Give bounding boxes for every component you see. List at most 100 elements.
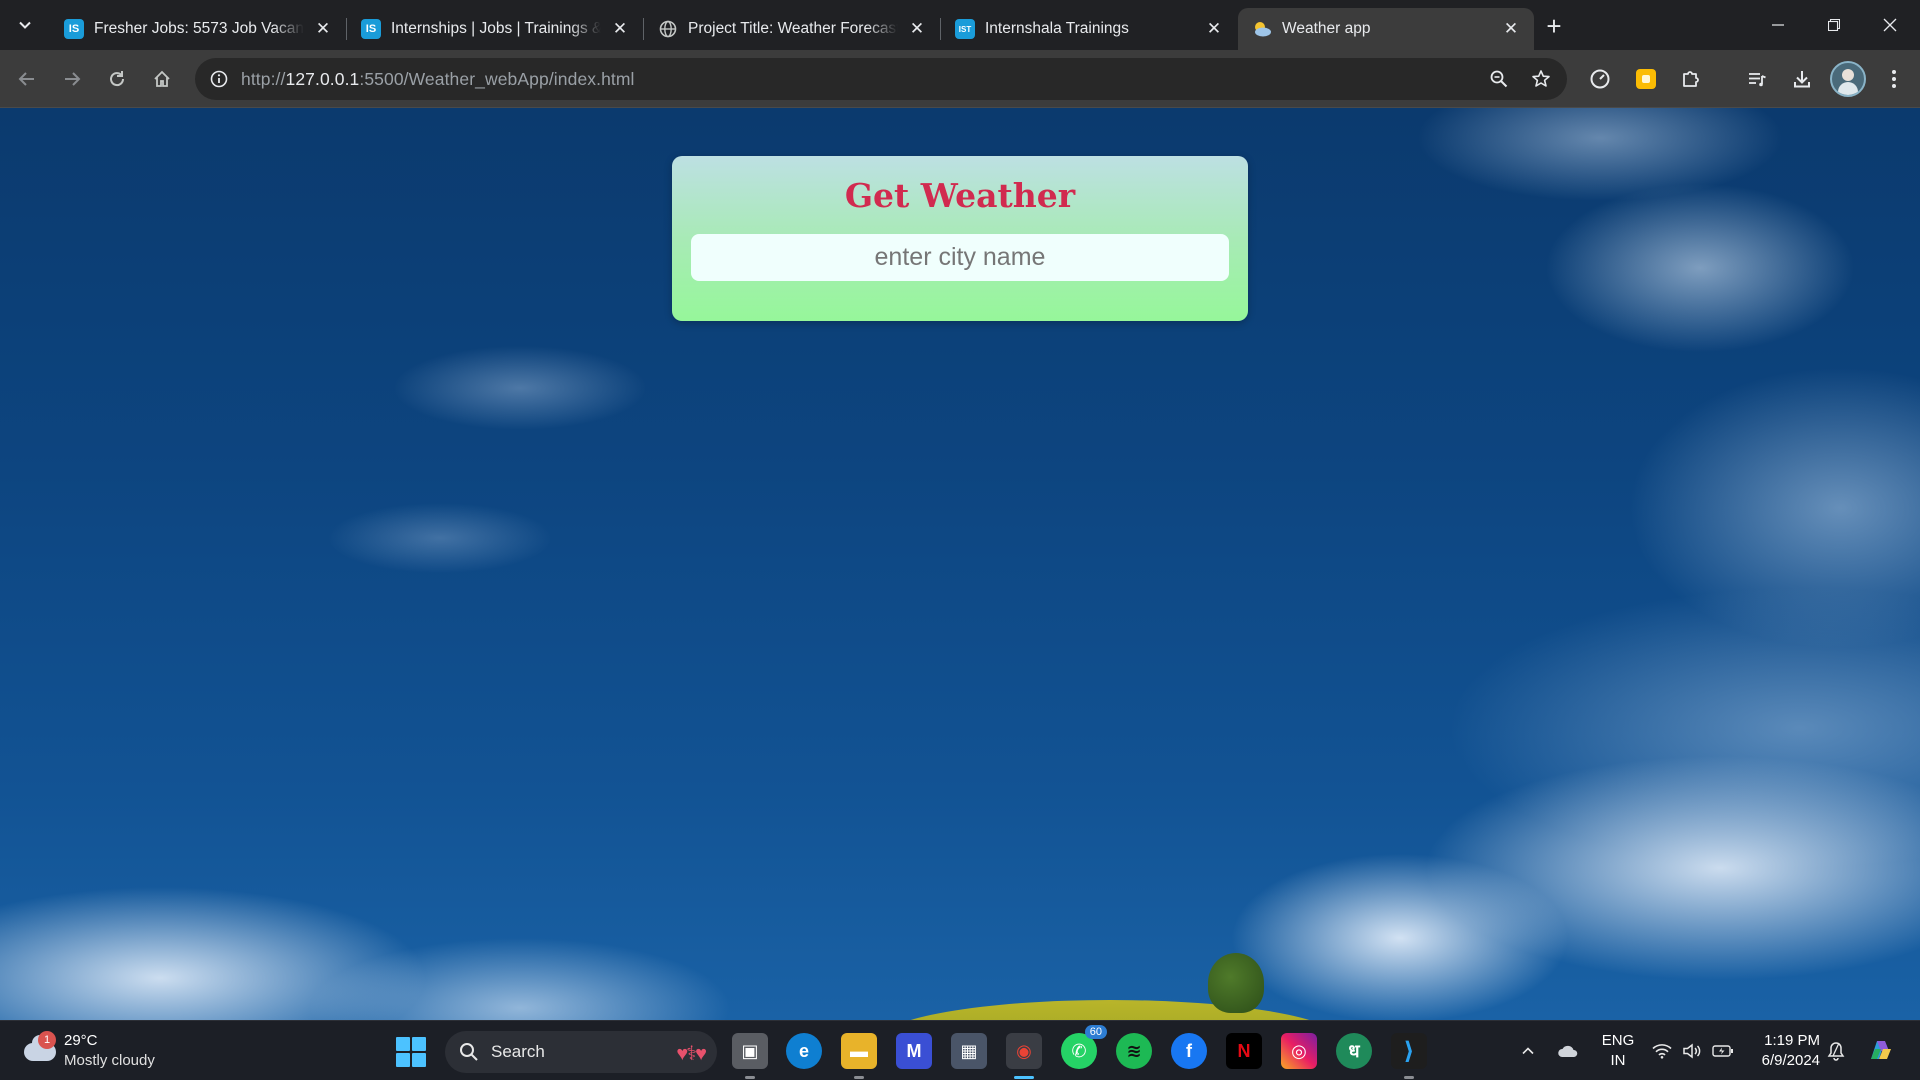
spotify-icon[interactable]: ≋ (1116, 1033, 1152, 1069)
windows-logo-icon (412, 1053, 426, 1067)
app-devanagari-icon[interactable]: ध (1336, 1033, 1372, 1069)
zoom-button[interactable] (1481, 61, 1517, 97)
vscode-icon[interactable]: ⟩ (1391, 1033, 1427, 1079)
taskbar-search[interactable]: Search ♥⚕♥ (445, 1031, 717, 1073)
background-tree (1208, 953, 1264, 1013)
windows-logo-icon (396, 1037, 410, 1051)
tab-title: Internships | Jobs | Trainings & More (391, 20, 601, 37)
close-window-button[interactable] (1862, 0, 1918, 50)
taskbar-weather-widget[interactable]: 1 29°C Mostly cloudy (20, 1029, 180, 1073)
extensions-button[interactable] (1673, 61, 1709, 97)
home-button[interactable] (144, 61, 180, 97)
onedrive-icon[interactable] (1554, 1021, 1582, 1080)
city-input[interactable] (691, 234, 1229, 281)
close-icon (1883, 18, 1897, 32)
page-viewport: Get Weather (0, 108, 1920, 1020)
start-button[interactable] (396, 1037, 426, 1067)
internshala-favicon-icon: IS (361, 19, 381, 39)
taskbar-search-label: Search (491, 1042, 545, 1061)
site-info-button[interactable] (201, 61, 237, 97)
chevron-up-icon (1522, 1047, 1534, 1055)
search-highlight-hearts-icon: ♥⚕♥ (676, 1043, 707, 1065)
input-language-indicator[interactable]: ENG IN (1596, 1031, 1640, 1071)
minimize-button[interactable] (1750, 0, 1806, 50)
whatsapp-icon[interactable]: ✆ 60 (1061, 1025, 1107, 1069)
info-icon (210, 70, 228, 88)
wifi-icon[interactable] (1650, 1021, 1674, 1080)
restore-icon (1828, 19, 1840, 31)
netflix-icon[interactable]: N (1226, 1033, 1262, 1069)
tab-close-icon[interactable]: ✕ (906, 18, 928, 40)
tab-weather-app[interactable]: Weather app ✕ (1238, 8, 1534, 50)
show-hidden-icons-button[interactable] (1516, 1021, 1540, 1080)
tab-close-icon[interactable]: ✕ (312, 18, 334, 40)
background-hill (880, 1000, 1340, 1020)
arrow-right-icon (65, 72, 81, 86)
url-path: :5500/Weather_webApp/index.html (359, 68, 635, 89)
tab-close-icon[interactable]: ✕ (1500, 18, 1522, 40)
restore-button[interactable] (1806, 0, 1862, 50)
globe-icon (658, 19, 678, 39)
file-explorer-icon[interactable]: ▬ (841, 1033, 877, 1079)
tab-close-icon[interactable]: ✕ (609, 18, 631, 40)
weather-icon (1252, 19, 1272, 39)
clock-time: 1:19 PM (1764, 1032, 1820, 1049)
clock-date: 6/9/2024 (1761, 1052, 1820, 1069)
page-title: Get Weather (844, 176, 1076, 215)
tab-project-title[interactable]: Project Title: Weather Forecast App ✕ (644, 8, 940, 50)
puzzle-icon (1683, 71, 1699, 87)
forward-button[interactable] (54, 61, 90, 97)
tab-fresher-jobs[interactable]: IS Fresher Jobs: 5573 Job Vacancies ✕ (50, 8, 346, 50)
download-icon (1794, 71, 1810, 88)
search-icon (460, 1043, 478, 1061)
app-m-icon[interactable]: M (896, 1033, 932, 1069)
back-button[interactable] (9, 61, 45, 97)
performance-extension-button[interactable] (1582, 61, 1618, 97)
instagram-icon[interactable]: ◎ (1281, 1033, 1317, 1069)
profile-avatar[interactable] (1830, 61, 1866, 97)
chrome-icon[interactable]: ◉ (1006, 1033, 1042, 1079)
volume-icon[interactable] (1680, 1021, 1704, 1080)
media-controls-button[interactable] (1739, 61, 1775, 97)
tab-close-icon[interactable]: ✕ (1203, 18, 1225, 40)
reload-icon (110, 71, 125, 87)
address-bar[interactable]: http://127.0.0.1:5500/Weather_webApp/ind… (195, 58, 1567, 100)
new-tab-button[interactable]: + (1538, 10, 1570, 42)
tab-title: Internshala Trainings (985, 20, 1129, 37)
url-host: 127.0.0.1 (285, 68, 360, 89)
tab-title: Project Title: Weather Forecast App (688, 20, 898, 37)
more-vert-icon (1892, 70, 1896, 88)
url-text[interactable]: http://127.0.0.1:5500/Weather_webApp/ind… (241, 69, 635, 90)
edge-icon[interactable]: e (786, 1033, 822, 1069)
weather-alert-badge: 1 (38, 1031, 56, 1049)
weather-condition: Mostly cloudy (64, 1052, 155, 1069)
windows-logo-icon (396, 1053, 410, 1067)
zoom-icon (1490, 70, 1508, 88)
chevron-down-icon (19, 21, 31, 29)
facebook-icon[interactable]: f (1171, 1033, 1207, 1069)
tab-search-button[interactable] (8, 8, 42, 42)
microsoft-store-icon[interactable]: ▦ (951, 1033, 987, 1069)
tab-strip: IS Fresher Jobs: 5573 Job Vacancies ✕ IS… (0, 0, 1920, 50)
bookmark-button[interactable] (1523, 61, 1559, 97)
extension-yellow-icon (1636, 69, 1656, 89)
internshala-trainings-favicon-icon: IST (955, 19, 975, 39)
reload-button[interactable] (99, 61, 135, 97)
tab-internshala-trainings[interactable]: IST Internshala Trainings ✕ (941, 8, 1237, 50)
notifications-bell-icon[interactable] (1824, 1021, 1848, 1080)
yellow-extension-button[interactable] (1628, 61, 1664, 97)
lang-line-2: IN (1610, 1052, 1626, 1069)
taskbar-clock[interactable]: 1:19 PM 6/9/2024 (1746, 1031, 1820, 1071)
task-view-icon[interactable]: ▣ (732, 1033, 768, 1079)
tab-internships[interactable]: IS Internships | Jobs | Trainings & More… (347, 8, 643, 50)
browser-toolbar: http://127.0.0.1:5500/Weather_webApp/ind… (0, 50, 1920, 108)
battery-icon[interactable] (1710, 1021, 1736, 1080)
downloads-button[interactable] (1784, 61, 1820, 97)
home-icon (154, 70, 170, 87)
whatsapp-glyph: ✆ (1071, 1040, 1087, 1061)
copilot-icon[interactable] (1862, 1021, 1898, 1080)
arrow-left-icon (18, 72, 34, 86)
tab-title: Fresher Jobs: 5573 Job Vacancies (94, 20, 304, 37)
windows-taskbar: 1 29°C Mostly cloudy Search ♥⚕♥ ▣ e ▬ M … (0, 1020, 1920, 1080)
browser-menu-button[interactable] (1876, 61, 1912, 97)
